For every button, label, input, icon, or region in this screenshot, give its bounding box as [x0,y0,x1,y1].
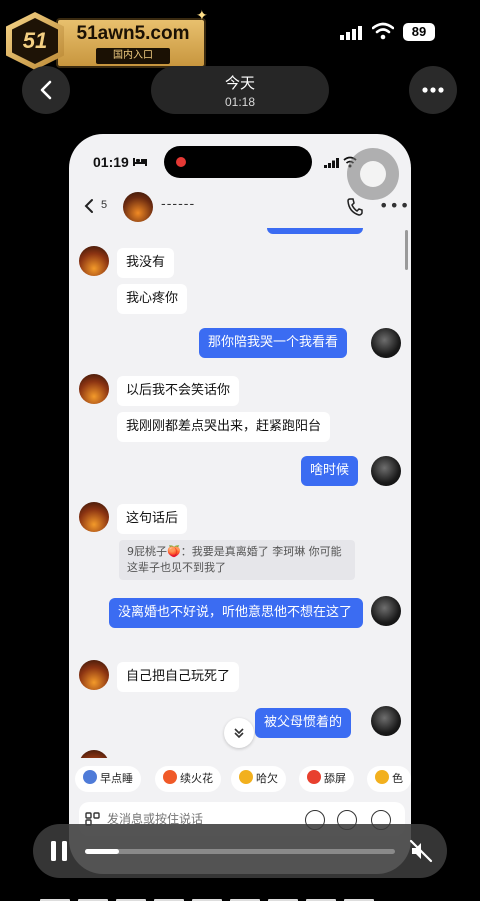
inner-status-bar: 01:19 [69,134,411,200]
quick-reply-label: 哈欠 [256,772,278,785]
video-controls [33,824,447,878]
message-bubble: 我刚刚都差点哭出来，赶紧跑阳台 [117,412,331,442]
cropped-caption-row [40,890,440,901]
quick-reply-chip: 色 [367,766,411,792]
avatar [371,328,401,358]
battery-level: 89 [403,23,435,41]
inner-signal-icon [324,158,339,168]
quick-reply-label: 舔屏 [324,772,346,785]
message-bubble: 啥时候 [301,456,359,486]
unread-count: 5 [101,199,108,211]
wifi-icon [372,22,394,40]
phone-call-icon [347,198,363,216]
avatar [79,374,109,404]
ellipsis-icon [422,87,444,93]
dynamic-island [164,146,312,178]
chevron-left-icon [40,80,52,100]
bed-icon [133,158,147,166]
flame-icon [163,770,177,784]
quick-reply-chip: 哈欠 [231,766,286,792]
message-bubble: 那你陪我哭一个我看看 [199,328,348,358]
heart-eyes-emoji-icon [375,770,389,784]
quick-reply-chip: 舔屏 [299,766,354,792]
quick-reply-chip: 续火花 [155,766,221,792]
message-bubble: 被父母惯着的 [255,708,352,738]
date-time: 01:18 [224,95,256,109]
sleep-emoji-icon [83,770,97,784]
avatar [371,706,401,736]
avatar [371,456,401,486]
contact-name: ------ [161,197,196,212]
avatar [79,502,109,532]
quick-reply-chip: 早点睡 [75,766,141,792]
chat-more-icon: ••• [379,196,411,215]
message-bubble: 这句话后 [117,504,188,534]
chat-scrollbar [405,230,408,270]
message-list: 我没有 我心疼你 那你陪我哭一个我看看 以后我不会笑话你 我刚刚都差点哭出来，赶… [69,228,411,758]
scroll-to-bottom-icon [224,718,254,748]
more-options-button[interactable] [409,66,457,114]
avatar [79,750,109,758]
status-bar: 89 [0,0,480,60]
date-title-pill: 今天 01:18 [151,66,329,114]
quick-reply-bar: 早点睡 续火花 哈欠 舔屏 色 [69,762,411,794]
back-button[interactable] [22,66,70,114]
video-progress-fill [85,849,120,854]
message-bubble: 我心疼你 [117,284,188,314]
chat-back-icon [84,199,93,213]
message-bubble: 我没有 [117,248,175,278]
video-frame-phone-screenshot: 01:19 5 ------ ••• 我没有 我心疼你 那你陪我哭一个我看看 以… [69,134,411,874]
video-progress-slider[interactable] [85,849,395,854]
message-bubble: 没离婚也不好说，听他意思他不想在这了 [109,598,363,628]
lick-screen-emoji-icon [307,770,321,784]
avatar [79,660,109,690]
quick-reply-label: 早点睡 [100,772,133,785]
contact-avatar [123,192,153,222]
previous-message-edge [267,228,363,234]
recording-indicator-icon [176,157,186,167]
yawn-emoji-icon [239,770,253,784]
quick-reply-label: 续火花 [180,772,213,785]
message-bubble: 以后我不会笑话你 [117,376,240,406]
cellular-signal-icon [340,26,362,40]
chat-header: 5 ------ ••• [69,186,411,230]
date-title: 今天 [224,74,255,92]
message-bubble: 自己把自己玩死了 [117,662,240,692]
quick-reply-label: 色 [392,772,403,785]
avatar [371,596,401,626]
inner-status-time: 01:19 [93,154,129,170]
pause-button[interactable] [49,840,69,862]
mute-button[interactable] [409,839,433,863]
quoted-message: 9屁桃子🍑：我要是真离婚了 李珂琳 你可能这辈子也见不到我了 [119,540,355,580]
avatar [79,246,109,276]
screen: 51awn5.com 国内入口 51 ✦ 89 今天 01:18 01:19 5… [0,0,480,901]
